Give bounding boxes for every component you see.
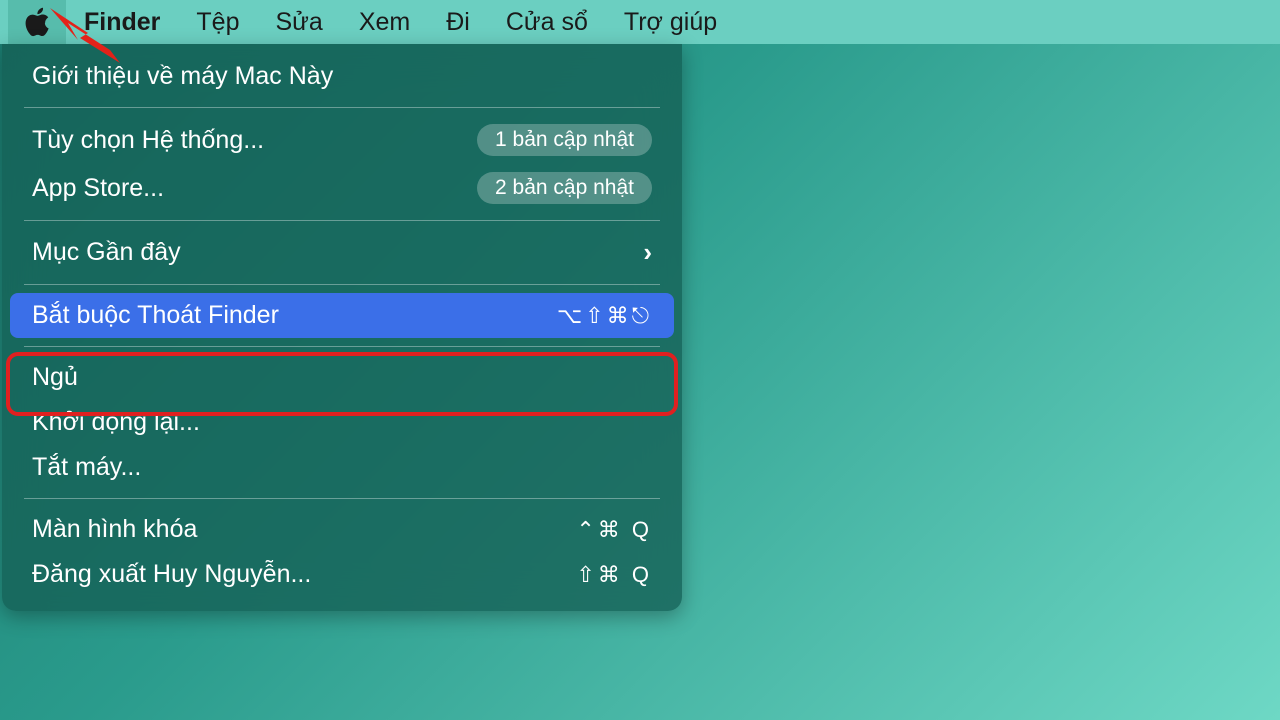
menubar-item-help[interactable]: Trợ giúp <box>606 0 735 44</box>
menu-label: Mục Gần đây <box>32 238 181 267</box>
menu-logout[interactable]: Đăng xuất Huy Nguyễn... ⇧⌘ Q <box>10 552 674 597</box>
menu-label: Tắt máy... <box>32 453 141 482</box>
menu-sleep[interactable]: Ngủ <box>10 355 674 400</box>
menu-about-mac[interactable]: Giới thiệu về máy Mac Này <box>10 54 674 99</box>
menu-app-store[interactable]: App Store... 2 bản cập nhật <box>10 164 674 212</box>
update-badge: 1 bản cập nhật <box>477 124 652 156</box>
menu-label: App Store... <box>32 174 164 203</box>
shortcut-text: ⌃⌘ Q <box>576 517 652 543</box>
menu-label: Màn hình khóa <box>32 515 197 544</box>
menubar-item-edit[interactable]: Sửa <box>258 0 341 44</box>
menubar-item-window[interactable]: Cửa sổ <box>488 0 606 44</box>
menu-separator <box>24 284 660 285</box>
shortcut-text: ⌥⇧⌘⎋ <box>557 303 652 329</box>
menu-separator <box>24 346 660 347</box>
menu-label: Giới thiệu về máy Mac Này <box>32 62 333 91</box>
menu-label: Khởi động lại... <box>32 408 200 437</box>
menubar-item-file[interactable]: Tệp <box>178 0 257 44</box>
menu-separator <box>24 220 660 221</box>
apple-menu-dropdown: Giới thiệu về máy Mac Này Tùy chọn Hệ th… <box>2 44 682 611</box>
menu-separator <box>24 107 660 108</box>
menu-label: Bắt buộc Thoát Finder <box>32 301 279 330</box>
menu-label: Tùy chọn Hệ thống... <box>32 126 264 155</box>
menu-restart[interactable]: Khởi động lại... <box>10 400 674 445</box>
menu-system-settings[interactable]: Tùy chọn Hệ thống... 1 bản cập nhật <box>10 116 674 164</box>
menu-recent-items[interactable]: Mục Gần đây › <box>10 229 674 276</box>
menu-lock-screen[interactable]: Màn hình khóa ⌃⌘ Q <box>10 507 674 552</box>
menu-force-quit[interactable]: Bắt buộc Thoát Finder ⌥⇧⌘⎋ <box>10 293 674 338</box>
menubar-item-view[interactable]: Xem <box>341 0 428 44</box>
menu-shutdown[interactable]: Tắt máy... <box>10 445 674 490</box>
menu-label: Đăng xuất Huy Nguyễn... <box>32 560 311 589</box>
chevron-right-icon: › <box>643 237 652 268</box>
menu-label: Ngủ <box>32 363 78 392</box>
menubar: Finder Tệp Sửa Xem Đi Cửa sổ Trợ giúp <box>0 0 1280 44</box>
menu-separator <box>24 498 660 499</box>
menubar-app-name[interactable]: Finder <box>66 0 178 44</box>
apple-menu-icon[interactable] <box>8 0 66 44</box>
shortcut-text: ⇧⌘ Q <box>576 562 652 588</box>
menubar-item-go[interactable]: Đi <box>428 0 488 44</box>
update-badge: 2 bản cập nhật <box>477 172 652 204</box>
